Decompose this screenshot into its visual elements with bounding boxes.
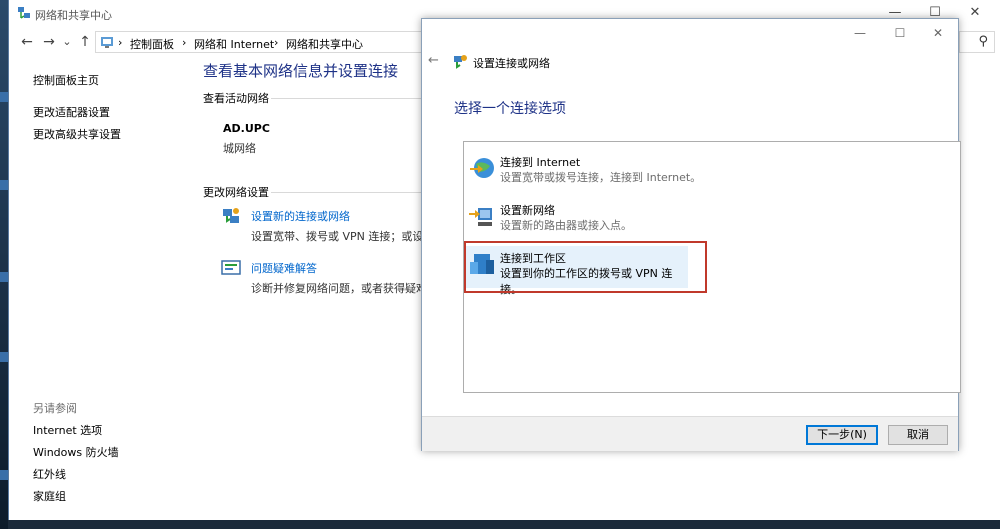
option-setup-new-network[interactable]: 设置新网络 设置新的路由器或接入点。 xyxy=(464,198,960,240)
window-title: 网络和共享中心 xyxy=(35,9,112,22)
search-icon: ⚲ xyxy=(978,34,988,49)
option-title: 设置新网络 xyxy=(500,204,555,217)
left-navigation-pane: 控制面板主页 更改适配器设置 更改高级共享设置 另请参阅 Internet 选项… xyxy=(9,56,199,520)
internet-options-link[interactable]: Internet 选项 xyxy=(33,422,102,438)
change-adapter-settings-link[interactable]: 更改适配器设置 xyxy=(33,104,110,120)
dialog-heading: 选择一个连接选项 xyxy=(454,101,566,117)
desktop-icon[interactable] xyxy=(0,470,8,480)
desktop-icon[interactable] xyxy=(0,272,8,282)
see-also-heading: 另请参阅 xyxy=(33,402,77,415)
change-settings-heading: 更改网络设置 xyxy=(203,186,269,199)
active-networks-heading: 查看活动网络 xyxy=(203,92,269,105)
option-title: 连接到 Internet xyxy=(500,156,581,169)
address-bar[interactable]: › 控制面板 › 网络和 Internet › 网络和共享中心 xyxy=(95,31,425,53)
network-type: 城网络 xyxy=(223,142,256,155)
setup-new-connection-link[interactable]: 设置新的连接或网络 xyxy=(251,208,350,224)
desktop-icon[interactable] xyxy=(0,352,8,362)
troubleshoot-icon xyxy=(221,260,241,275)
desktop-icon[interactable] xyxy=(0,180,8,190)
dialog-header-title: 设置连接或网络 xyxy=(473,57,550,70)
setup-new-connection-desc: 设置宽带、拨号或 VPN 连接；或设置 xyxy=(251,230,431,243)
desktop-background xyxy=(0,0,8,529)
troubleshoot-link[interactable]: 问题疑难解答 xyxy=(251,260,317,276)
network-name: AD.UPC xyxy=(223,122,270,135)
dialog-back-button[interactable]: ← xyxy=(428,53,439,68)
search-input[interactable]: ⚲ xyxy=(959,31,995,53)
breadcrumb-separator: › xyxy=(182,36,187,49)
router-icon xyxy=(469,208,492,226)
breadcrumb-separator: › xyxy=(274,36,279,49)
section-divider xyxy=(271,192,429,193)
breadcrumb-network-internet[interactable]: 网络和 Internet xyxy=(194,36,274,52)
breadcrumb-control-panel[interactable]: 控制面板 xyxy=(130,36,174,52)
recent-locations-button[interactable]: ⌄ xyxy=(59,33,75,51)
forward-button[interactable]: → xyxy=(41,33,57,51)
breadcrumb-network-sharing-center[interactable]: 网络和共享中心 xyxy=(286,36,363,52)
globe-icon xyxy=(470,158,494,178)
option-desc: 设置宽带或拨号连接，连接到 Internet。 xyxy=(500,171,702,184)
close-button[interactable]: ✕ xyxy=(963,4,987,22)
dialog-footer: 下一步(N) 取消 xyxy=(422,416,958,451)
control-panel-icon xyxy=(101,37,113,48)
control-panel-home-link[interactable]: 控制面板主页 xyxy=(33,72,99,88)
selection-highlight-box xyxy=(464,241,707,293)
next-button[interactable]: 下一步(N) xyxy=(806,425,878,445)
dialog-close-button[interactable]: ✕ xyxy=(928,25,948,41)
option-desc: 设置新的路由器或接入点。 xyxy=(500,219,632,232)
connection-setup-icon xyxy=(454,55,467,69)
network-setup-icon xyxy=(223,208,239,223)
page-title: 查看基本网络信息并设置连接 xyxy=(203,62,399,80)
back-button[interactable]: ← xyxy=(19,33,35,51)
breadcrumb-separator: › xyxy=(118,36,123,49)
up-button[interactable]: ↑ xyxy=(77,33,93,51)
setup-connection-dialog: — ☐ ✕ ← 设置连接或网络 选择一个连接选项 连接到 Internet 设置… xyxy=(421,18,961,451)
dialog-title-bar[interactable]: — ☐ ✕ xyxy=(422,19,958,47)
infrared-link[interactable]: 红外线 xyxy=(33,466,66,482)
homegroup-link[interactable]: 家庭组 xyxy=(33,488,66,504)
network-center-icon xyxy=(18,7,30,19)
change-advanced-sharing-link[interactable]: 更改高级共享设置 xyxy=(33,126,121,142)
main-content: 查看基本网络信息并设置连接 查看活动网络 AD.UPC 城网络 更改网络设置 设… xyxy=(199,56,431,520)
section-divider xyxy=(271,98,429,99)
desktop-icon[interactable] xyxy=(0,92,8,102)
windows-firewall-link[interactable]: Windows 防火墙 xyxy=(33,444,119,460)
cancel-button[interactable]: 取消 xyxy=(888,425,948,445)
option-connect-internet[interactable]: 连接到 Internet 设置宽带或拨号连接，连接到 Internet。 xyxy=(464,150,960,192)
dialog-minimize-button[interactable]: — xyxy=(850,25,870,41)
troubleshoot-desc: 诊断并修复网络问题，或者获得疑难 xyxy=(251,282,427,295)
dialog-maximize-button[interactable]: ☐ xyxy=(890,25,910,41)
